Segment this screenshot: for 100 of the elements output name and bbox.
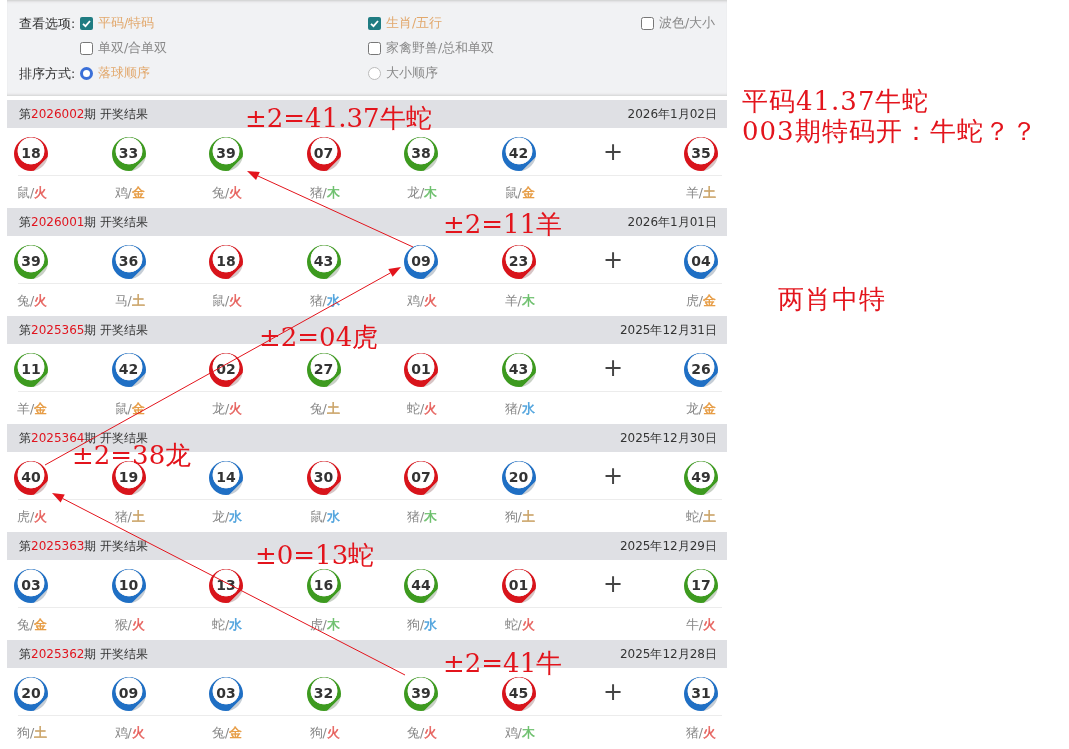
checkbox[interactable]	[641, 17, 654, 30]
handwritten-annotation: ±2=41.37牛蛇	[245, 103, 432, 133]
lottery-ball: 39	[404, 676, 438, 711]
zodiac-element-label: 龙/木	[406, 185, 438, 200]
draw-date: 2026年1月01日	[627, 213, 717, 231]
lottery-ball: 44	[404, 568, 438, 603]
zodiac-element-label: 兔/金	[211, 725, 243, 740]
lottery-ball: 45	[501, 676, 536, 711]
lottery-ball: 39	[209, 136, 243, 171]
radio-selected[interactable]	[80, 67, 93, 80]
zodiac-element-label: 龙/金	[685, 401, 717, 416]
zodiac-element-label: 狗/土	[503, 509, 535, 524]
draw-title: 第2025365期 开奖结果	[19, 321, 149, 339]
zodiac-element-label: 鸡/火	[406, 293, 438, 308]
zodiac-element-label: 羊/土	[685, 185, 717, 200]
zodiac-element-label: 马/土	[113, 293, 145, 308]
special-ball: 26	[684, 352, 718, 387]
lottery-ball: 01	[501, 568, 536, 603]
zodiac-element-label: 鼠/火	[211, 293, 243, 308]
special-ball: 04	[684, 244, 718, 279]
zodiac-element-label: 蛇/土	[685, 509, 717, 524]
lottery-ball: 03	[14, 568, 48, 603]
radio-button[interactable]	[368, 67, 381, 80]
plus-sign: +	[603, 137, 624, 166]
lottery-ball: 32	[306, 676, 341, 711]
lottery-ball: 18	[209, 244, 243, 279]
lottery-ball: 38	[404, 136, 438, 171]
zodiac-element-label: 鸡/金	[113, 185, 145, 200]
lottery-ball: 07	[306, 136, 341, 171]
option-label[interactable]: 平码/特码	[98, 15, 155, 32]
zodiac-element-label: 猴/火	[113, 617, 145, 632]
draw-title: 第2025362期 开奖结果	[19, 645, 149, 663]
plus-sign: +	[603, 353, 624, 382]
draw-title: 第2026002期 开奖结果	[19, 105, 149, 123]
draw-date: 2025年12月28日	[619, 645, 717, 663]
lottery-ball: 39	[14, 244, 48, 279]
zodiac-element-label: 狗/水	[406, 617, 438, 632]
zodiac-element-label: 牛/火	[685, 617, 717, 632]
lottery-ball: 33	[111, 136, 146, 171]
option-label[interactable]: 波色/大小	[659, 15, 716, 32]
draw-date: 2025年12月29日	[619, 537, 717, 555]
draw-date: 2025年12月30日	[619, 429, 717, 447]
zodiac-element-label: 虎/金	[685, 293, 717, 308]
lottery-ball: 10	[111, 568, 146, 603]
zodiac-element-label: 兔/火	[16, 293, 48, 308]
handwritten-annotation: ±2=11羊	[443, 209, 563, 239]
zodiac-element-label: 鸡/火	[113, 725, 145, 740]
lottery-ball: 07	[404, 460, 438, 495]
zodiac-element-label: 蛇/火	[406, 401, 438, 416]
checkbox[interactable]	[368, 42, 381, 55]
zodiac-element-label: 猪/水	[503, 401, 535, 416]
lottery-ball: 40	[14, 460, 48, 495]
zodiac-element-label: 鼠/金	[113, 401, 145, 416]
view-options-label: 查看选项:	[19, 15, 77, 33]
zodiac-element-label: 龙/水	[211, 509, 243, 524]
lottery-ball: 11	[14, 352, 48, 387]
zodiac-element-label: 蛇/火	[503, 617, 535, 632]
handwritten-annotation: ±2=41牛	[443, 648, 563, 678]
option-label[interactable]: 落球顺序	[98, 65, 150, 82]
annotation-note: 两肖中特	[778, 284, 886, 314]
zodiac-element-label: 鸡/木	[503, 725, 535, 740]
lottery-ball: 20	[501, 460, 536, 495]
lottery-ball: 30	[306, 460, 341, 495]
checkbox-checked[interactable]	[80, 17, 93, 30]
zodiac-element-label: 猪/木	[308, 185, 340, 200]
draw-title: 第2026001期 开奖结果	[19, 213, 149, 231]
zodiac-element-label: 鼠/火	[16, 185, 48, 200]
draw-date: 2025年12月31日	[619, 321, 717, 339]
zodiac-element-label: 猪/火	[685, 725, 717, 740]
zodiac-element-label: 龙/火	[211, 401, 243, 416]
plus-sign: +	[603, 677, 624, 706]
option-label[interactable]: 家禽野兽/总和单双	[386, 40, 495, 57]
checkbox-checked[interactable]	[368, 17, 381, 30]
zodiac-element-label: 虎/火	[16, 509, 48, 524]
lottery-ball: 18	[14, 136, 48, 171]
option-label[interactable]: 大小顺序	[386, 65, 438, 82]
handwritten-annotation: ±0=13蛇	[255, 540, 375, 570]
lottery-ball: 43	[306, 244, 341, 279]
option-label[interactable]: 生肖/五行	[386, 15, 443, 32]
lottery-ball: 36	[111, 244, 146, 279]
zodiac-element-label: 猪/木	[406, 509, 438, 524]
zodiac-element-label: 兔/金	[16, 617, 48, 632]
lottery-ball: 43	[501, 352, 536, 387]
lottery-ball: 42	[501, 136, 536, 171]
lottery-ball: 01	[404, 352, 438, 387]
lottery-ball: 23	[501, 244, 536, 279]
option-label[interactable]: 单双/合单双	[98, 40, 168, 57]
zodiac-element-label: 兔/火	[211, 185, 243, 200]
lottery-ball: 03	[209, 676, 243, 711]
zodiac-element-label: 猪/土	[113, 509, 145, 524]
zodiac-element-label: 蛇/水	[211, 617, 243, 632]
zodiac-element-label: 猪/水	[308, 293, 340, 308]
plus-sign: +	[603, 245, 624, 274]
annotation-note: 003期特码开：牛蛇？？	[742, 116, 1038, 146]
checkbox[interactable]	[80, 42, 93, 55]
lottery-ball: 14	[209, 460, 243, 495]
lottery-ball: 09	[404, 244, 438, 279]
zodiac-element-label: 兔/火	[406, 725, 438, 740]
lottery-ball: 02	[209, 352, 243, 387]
sort-label: 排序方式:	[19, 65, 77, 83]
